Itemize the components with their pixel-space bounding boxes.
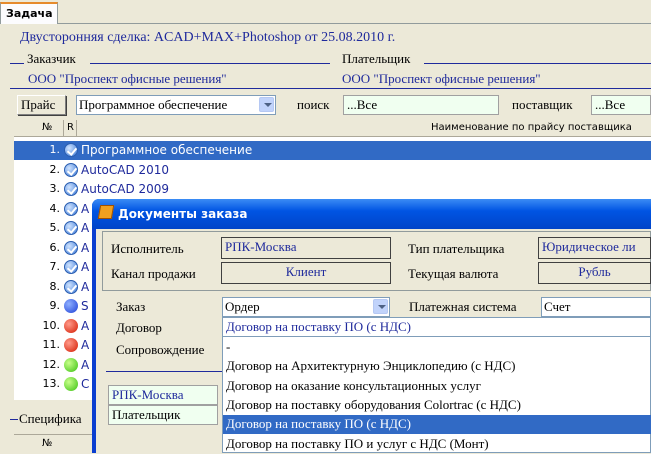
search-label: поиск: [297, 97, 330, 112]
table-row[interactable]: 2. AutoCAD 2010: [14, 161, 651, 180]
payer-type-label: Тип плательщика: [408, 241, 505, 256]
executor-label: Исполнитель: [111, 241, 184, 256]
check-icon: [64, 162, 78, 177]
row-number: 2.: [49, 162, 61, 176]
left-value-payer: Плательщик: [108, 405, 218, 425]
order-label: Заказ: [116, 299, 146, 314]
payment-system-label: Платежная система: [409, 299, 517, 314]
row-name: S: [81, 299, 89, 313]
table-row[interactable]: 1. Программное обеспечение: [14, 141, 651, 160]
dialog-title: Документы заказа: [118, 207, 248, 221]
supplier-input[interactable]: ...Все: [591, 95, 651, 115]
chevron-down-icon[interactable]: [259, 97, 274, 112]
dropdown-option[interactable]: Договор на Архитектурную Энциклопедию (с…: [223, 357, 651, 376]
row-number: 12.: [42, 357, 61, 371]
payer-type-value: Юридическое ли: [538, 237, 651, 259]
app-icon: [97, 205, 115, 219]
category-select-value: Программное обеспечение: [79, 97, 228, 112]
row-name: A: [81, 279, 90, 294]
dropdown-option[interactable]: Договор на поставку ПО и услуг с НДС (Мо…: [223, 435, 651, 454]
customer-label: Заказчик: [27, 51, 76, 66]
row-name: A: [81, 318, 90, 333]
row-number: 4.: [49, 201, 61, 215]
check-icon: [64, 240, 78, 255]
row-name: AutoCAD 2009: [81, 182, 170, 196]
payment-system-select[interactable]: Счет: [541, 297, 651, 317]
supplier-label: поставщик: [512, 97, 573, 112]
check-icon: [64, 201, 78, 216]
row-number: 8.: [49, 279, 61, 293]
executor-value: РПК-Москва: [221, 237, 391, 259]
row-name: Программное обеспечение: [81, 143, 253, 157]
row-number: 1.: [49, 143, 61, 156]
check-icon: [64, 279, 78, 294]
channel-label: Канал продажи: [111, 266, 196, 281]
tab-task[interactable]: Задача: [0, 2, 58, 24]
dropdown-option[interactable]: Договор на поставку ПО (с НДС): [223, 415, 651, 435]
payer-value[interactable]: ООО "Проспект офисные решения": [342, 71, 541, 87]
row-number: 13.: [42, 377, 61, 390]
category-select[interactable]: Программное обеспечение: [76, 95, 276, 115]
row-name: C: [81, 377, 90, 391]
row-number: 10.: [42, 318, 61, 332]
payer-label: Плательщик: [342, 51, 411, 66]
deal-title: Двусторонняя сделка: ACAD+MAX+Photoshop …: [20, 30, 396, 45]
payer-line-right: [424, 63, 651, 64]
dropdown-option[interactable]: -: [223, 338, 651, 357]
red-circle-icon: [64, 318, 78, 333]
spec-label: Специфика: [19, 411, 82, 426]
col-num-header[interactable]: №: [42, 122, 52, 133]
red-circle-icon: [64, 338, 78, 352]
customer-line-left: [10, 63, 24, 64]
contract-label: Договор: [116, 320, 162, 335]
currency-label: Текущая валюта: [408, 266, 499, 281]
chevron-down-icon[interactable]: [373, 299, 388, 314]
spec-header: №: [14, 434, 94, 453]
row-name: AutoCAD 2010: [81, 162, 170, 177]
search-input[interactable]: ...Все: [343, 95, 499, 115]
row-name: A: [81, 240, 90, 255]
green-circle-icon: [64, 377, 78, 391]
left-value-executor: РПК-Москва: [108, 385, 218, 405]
col-divider: [76, 120, 77, 137]
dialog-separator: [106, 371, 222, 372]
row-name: A: [81, 260, 90, 274]
check-icon: [64, 221, 78, 235]
order-select[interactable]: Ордер: [222, 297, 390, 317]
order-select-value: Ордер: [225, 299, 260, 314]
dropdown-option[interactable]: Договор на поставку оборудования Colortr…: [223, 396, 651, 415]
row-number: 3.: [49, 182, 61, 195]
blue-circle-icon: [64, 299, 78, 313]
row-name: A: [81, 221, 90, 235]
contract-select-value[interactable]: Договор на поставку ПО (с НДС): [223, 318, 651, 337]
group-bottom-line: [10, 88, 651, 89]
spec-line: [10, 419, 18, 420]
customer-value[interactable]: ООО "Проспект офисные решения": [28, 71, 227, 87]
col-r-header[interactable]: R: [67, 122, 74, 133]
row-name: A: [81, 338, 90, 352]
check-icon: [64, 143, 78, 157]
tab-strip: [0, 0, 651, 24]
channel-value: Клиент: [221, 262, 391, 284]
row-number: 5.: [49, 221, 61, 234]
table-row[interactable]: 3. AutoCAD 2009: [14, 180, 651, 199]
col-name-header[interactable]: Наименование по прайсу поставщика: [431, 122, 632, 133]
grid-header: № R Наименование по прайсу поставщика: [14, 120, 651, 137]
spec-col-num[interactable]: №: [42, 438, 52, 449]
row-number: 9.: [49, 299, 61, 312]
price-button[interactable]: Прайс: [17, 95, 66, 115]
green-circle-icon: [64, 357, 78, 372]
check-icon: [64, 260, 78, 274]
row-name: A: [81, 357, 90, 372]
row-number: 11.: [42, 338, 61, 351]
col-divider: [63, 120, 64, 137]
currency-value: Рубль: [538, 262, 651, 284]
check-icon: [64, 182, 78, 196]
row-number: 7.: [49, 260, 61, 273]
dropdown-option[interactable]: Договор на оказание консультационных усл…: [223, 377, 651, 396]
row-number: 6.: [49, 240, 61, 254]
row-name: A: [81, 201, 90, 216]
customer-line-right: [90, 63, 330, 64]
support-label: Сопровождение: [116, 342, 205, 357]
